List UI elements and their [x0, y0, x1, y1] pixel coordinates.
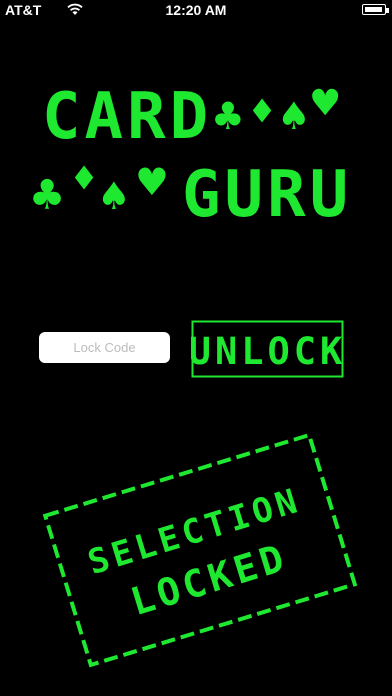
logo-suit-diamond-1: ♦	[250, 89, 278, 135]
clock: 12:20 AM	[165, 2, 227, 18]
unlock-button[interactable]: UNLOCK	[189, 320, 344, 378]
logo-suit-heart-1: ♥	[312, 78, 343, 129]
logo-suit-diamond-2: ♦	[72, 156, 100, 202]
logo-suit-spade-1: ♠	[280, 89, 312, 143]
logo-suit-club-1: ♣	[214, 89, 246, 143]
logo-word-card: CARD	[42, 80, 212, 154]
logo-suit-spade-2: ♠	[100, 169, 132, 223]
unlock-label: UNLOCK	[191, 330, 344, 373]
card-guru-logo: CARD ♣ ♦ ♠ ♥ ♣ ♦ ♠ ♥ GURU	[32, 78, 352, 230]
status-bar: AT&T 12:20 AM	[0, 0, 392, 20]
selection-locked-stamp: SELECTION LOCKED	[42, 432, 358, 668]
logo-suit-club-2: ♣	[32, 166, 66, 224]
logo-word-guru: GURU	[182, 158, 352, 230]
lock-code-input[interactable]	[39, 332, 170, 363]
battery-icon	[362, 4, 389, 15]
unlock-button-graphic: UNLOCK	[189, 320, 344, 378]
logo-suit-heart-2: ♥	[138, 155, 170, 209]
